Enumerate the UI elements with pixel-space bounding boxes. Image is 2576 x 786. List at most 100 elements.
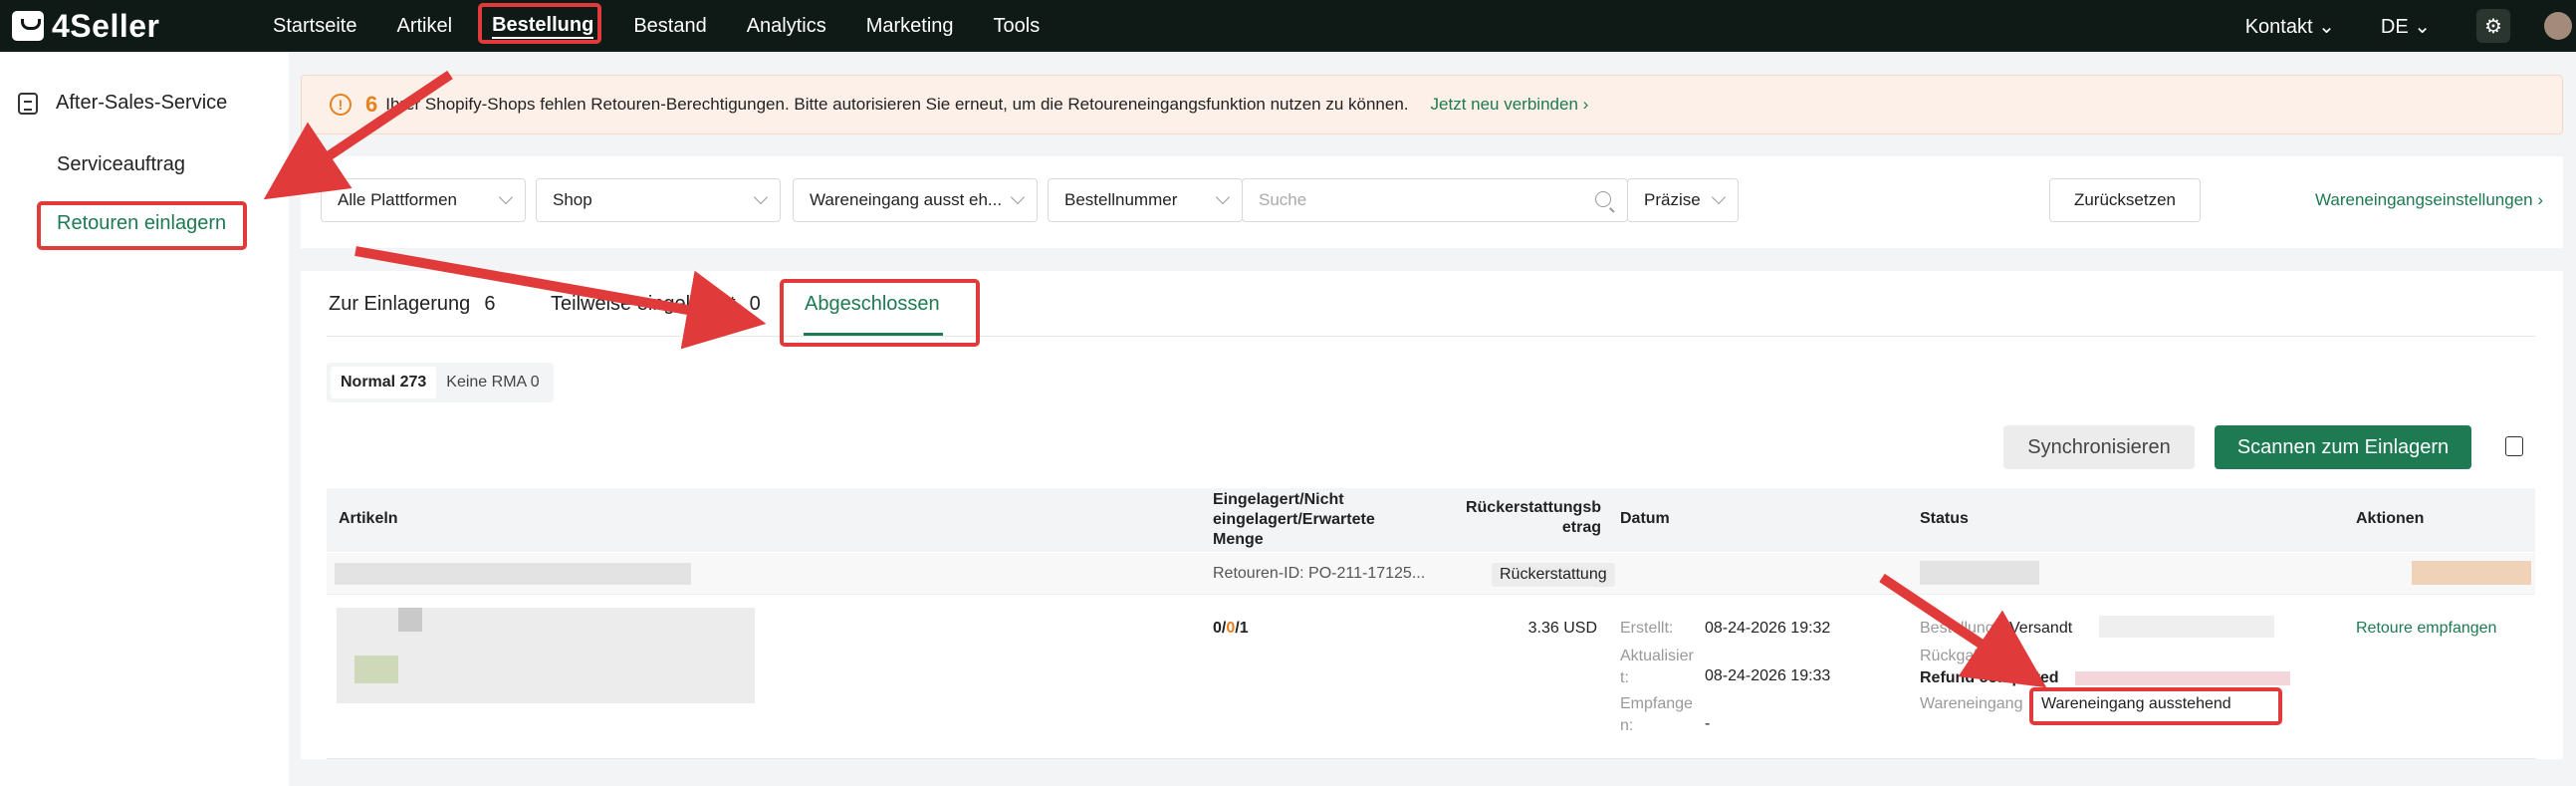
return-id: Retouren-ID: PO-211-17125... — [1213, 565, 1426, 582]
main-nav: Startseite Artikel Bestellung Bestand An… — [253, 0, 1059, 52]
redacted-status — [1920, 561, 2039, 585]
highlight-box-wareneingang-status — [2029, 687, 2282, 725]
tab-count: 0 — [749, 293, 761, 315]
status-return-label: Rückgabe — [1920, 648, 1992, 664]
receipt-status-value: Wareneingang ausst eh... — [810, 190, 1003, 209]
avatar[interactable] — [2544, 12, 2572, 40]
filter-bar: Alle Plattformen Shop Wareneingang ausst… — [301, 156, 2563, 248]
reset-button[interactable]: Zurücksetzen — [2049, 178, 2201, 222]
export-icon[interactable] — [2505, 436, 2523, 456]
platform-select[interactable]: Alle Plattformen — [321, 178, 526, 222]
created-value: 08-24-2026 19:32 — [1705, 620, 1831, 637]
nav-tools[interactable]: Tools — [974, 0, 1060, 52]
col-quantity-line: Eingelagert/Nicht — [1213, 491, 1344, 508]
main-panel: Zur Einlagerung 6 Teilweise eingelagert 0 … — [301, 271, 2563, 759]
status-order-value: Versandt — [2009, 620, 2073, 637]
segment-normal[interactable]: Normal 273 — [331, 367, 437, 398]
chevron-down-icon — [1711, 189, 1727, 205]
updated-value: 08-24-2026 19:33 — [1705, 667, 1831, 684]
redacted-action — [2412, 561, 2531, 585]
tab-teilweise-eingelagert[interactable]: Teilweise eingelagert 0 — [551, 293, 761, 316]
qty-pending: 0 — [1226, 620, 1236, 637]
language-dropdown[interactable]: DE ⌄ — [2381, 14, 2431, 39]
chevron-down-icon — [1215, 189, 1231, 205]
logo-bag-icon — [12, 11, 44, 41]
match-mode-select[interactable]: Präzise — [1627, 178, 1739, 222]
nav-marketing[interactable]: Marketing — [846, 0, 974, 52]
sidebar-item-serviceauftrag[interactable]: Serviceauftrag — [57, 153, 185, 176]
language-label: DE — [2380, 15, 2409, 38]
match-mode-value: Präzise — [1644, 190, 1701, 209]
created-label: Erstellt: — [1620, 620, 1674, 637]
chevron-down-icon: ⌄ — [2318, 15, 2335, 38]
refund-type-chip: Rückerstattung — [1492, 563, 1615, 587]
col-quantity-line: Menge — [1213, 531, 1264, 548]
redacted-refund-info — [2075, 671, 2290, 685]
redacted-tracking — [2099, 616, 2274, 638]
warning-banner: ! 6 Ihrer Shopify-Shops fehlen Retouren-… — [301, 75, 2563, 134]
received-label: Empfange n: — [1620, 693, 1693, 737]
received-label-line: Empfange — [1620, 695, 1693, 712]
segment-keine-rma[interactable]: Keine RMA 0 — [436, 367, 549, 398]
col-actions: Aktionen — [2356, 510, 2425, 527]
tab-count: 6 — [484, 293, 496, 315]
receive-return-link[interactable]: Retoure empfangen — [2356, 620, 2496, 638]
chevron-down-icon — [498, 189, 514, 205]
chevron-down-icon — [753, 189, 769, 205]
status-refund-value: Refund completed — [1920, 669, 2059, 686]
receipt-status-select[interactable]: Wareneingang ausst eh... — [793, 178, 1038, 222]
banner-count: 6 — [365, 92, 378, 117]
nav-startseite[interactable]: Startseite — [253, 0, 376, 52]
qty-stocked: 0/ — [1213, 620, 1227, 637]
nav-artikel[interactable]: Artikel — [376, 0, 472, 52]
status-receipt-label: Wareneingang — [1920, 695, 2023, 712]
col-date: Datum — [1620, 510, 1670, 527]
shop-select[interactable]: Shop — [536, 178, 781, 222]
search-field-select[interactable]: Bestellnummer — [1048, 178, 1243, 222]
sidebar-section-after-sales[interactable]: After-Sales-Service — [18, 92, 227, 115]
table-row: 0/0/1 3.36 USD Erstellt: 08-24-2026 19:3… — [327, 596, 2535, 759]
shop-select-value: Shop — [553, 190, 592, 209]
reconnect-link[interactable]: Jetzt neu verbinden › — [1431, 95, 1589, 115]
clipboard-icon — [18, 92, 38, 115]
table-header: Artikeln Eingelagert/Nicht eingelagert/E… — [327, 488, 2535, 552]
col-status: Status — [1920, 510, 1969, 527]
search-field-value: Bestellnummer — [1064, 190, 1178, 209]
qty-expected: /1 — [1235, 620, 1249, 637]
contact-label: Kontakt — [2244, 15, 2313, 38]
warning-icon: ! — [330, 94, 351, 116]
search-placeholder: Suche — [1259, 190, 1307, 209]
redacted-order-info — [335, 563, 691, 585]
tab-zur-einlagerung[interactable]: Zur Einlagerung 6 — [329, 293, 495, 316]
redacted-block — [354, 655, 398, 683]
sidebar: After-Sales-Service Serviceauftrag Retou… — [0, 52, 289, 786]
col-items: Artikeln — [339, 510, 398, 527]
nav-bestand[interactable]: Bestand — [613, 0, 726, 52]
updated-label: Aktualisier t: — [1620, 646, 1694, 689]
redacted-block — [398, 608, 422, 632]
search-input[interactable]: Suche — [1242, 178, 1628, 222]
sidebar-section-label: After-Sales-Service — [56, 92, 228, 114]
highlight-box-bestellung — [478, 3, 601, 44]
updated-label-line: t: — [1620, 669, 1629, 686]
contact-dropdown[interactable]: Kontakt ⌄ — [2245, 14, 2335, 39]
nav-analytics[interactable]: Analytics — [727, 0, 846, 52]
received-value: - — [1705, 715, 1711, 732]
top-navigation-bar: 4Seller Startseite Artikel Bestellung Be… — [0, 0, 2576, 52]
return-group-row: Retouren-ID: PO-211-17125... Rückerstatt… — [327, 553, 2535, 595]
sync-button[interactable]: Synchronisieren — [2003, 425, 2195, 469]
logo[interactable]: 4Seller — [12, 8, 231, 45]
scan-to-stock-button[interactable]: Scannen zum Einlagern — [2215, 425, 2471, 469]
status-order-label: Bestellung — [1920, 620, 1994, 637]
col-refund-line: Rückerstattungsb — [1465, 499, 1601, 516]
status-tabs: Zur Einlagerung 6 Teilweise eingelagert 0 … — [327, 271, 2535, 337]
col-refund-line: etrag — [1561, 519, 1601, 536]
rma-segmented-control: Normal 273 Keine RMA 0 — [327, 363, 554, 402]
refund-amount: 3.36 USD — [1527, 620, 1597, 637]
settings-gear-icon[interactable]: ⚙ — [2476, 9, 2510, 43]
quantity-cell: 0/0/1 — [1213, 620, 1249, 638]
col-refund-amount: Rückerstattungsb etrag — [1462, 498, 1601, 538]
receipt-settings-link[interactable]: Wareneingangseinstellungen › — [2315, 190, 2543, 210]
search-icon — [1595, 191, 1611, 207]
col-quantity: Eingelagert/Nicht eingelagert/Erwartete … — [1213, 490, 1375, 550]
